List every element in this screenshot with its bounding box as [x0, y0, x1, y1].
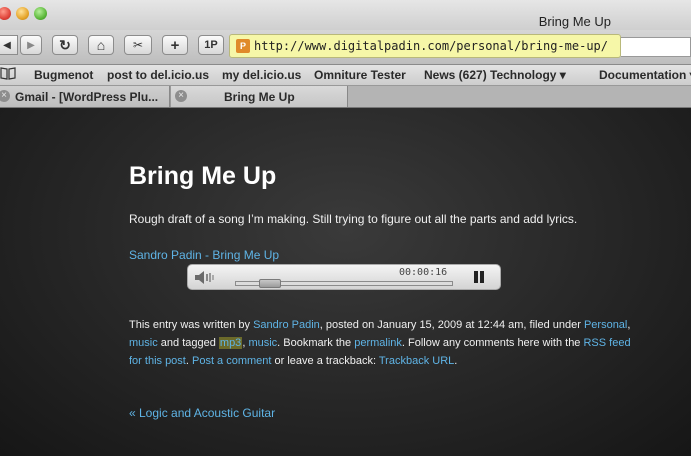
- meta-text: ,: [627, 319, 631, 331]
- chevron-down-icon: ▾: [686, 68, 691, 82]
- home-button[interactable]: ⌂: [88, 35, 114, 55]
- back-button[interactable]: ◀: [0, 35, 18, 55]
- tab-label: Gmail - [WordPress Plu...: [15, 90, 159, 104]
- site-favicon-icon: P: [236, 39, 250, 53]
- bookmark-documentation[interactable]: Documentation ▾: [599, 68, 691, 82]
- bookmark-my-delicious[interactable]: my del.icio.us: [222, 68, 301, 82]
- tag-music-link[interactable]: music: [129, 337, 158, 349]
- browser-toolbar: ◀ ▶ ↻ ⌂ ✂ + 1P P http://www.digitalpadin…: [0, 30, 691, 65]
- bookmark-technology-label: Technology: [490, 68, 557, 82]
- plus-icon: +: [170, 36, 180, 54]
- playback-time: 00:00:16: [399, 267, 448, 278]
- tab-label: Bring Me Up: [224, 90, 295, 104]
- scissors-icon: ✂: [132, 38, 144, 52]
- tab-bring-me-up[interactable]: × Bring Me Up: [170, 86, 348, 107]
- post-title: Bring Me Up: [129, 162, 277, 190]
- forward-icon: ▶: [27, 39, 35, 51]
- pause-icon: [480, 271, 484, 283]
- window-title: Bring Me Up: [538, 14, 611, 29]
- pause-icon: [474, 271, 478, 283]
- window-titlebar: Bring Me Up: [0, 0, 691, 30]
- permalink-link[interactable]: permalink: [354, 337, 402, 349]
- speaker-icon[interactable]: [194, 270, 218, 285]
- add-bookmark-button[interactable]: +: [162, 35, 188, 55]
- category-link[interactable]: Personal: [584, 319, 627, 331]
- tab-bar: × Gmail - [WordPress Plu... × Bring Me U…: [0, 86, 691, 108]
- bookmark-bugmenot[interactable]: Bugmenot: [34, 68, 93, 82]
- tab-gmail[interactable]: × Gmail - [WordPress Plu...: [0, 86, 170, 107]
- bookmark-technology[interactable]: Technology ▾: [490, 68, 566, 82]
- meta-text: and tagged: [157, 337, 219, 349]
- meta-text: .: [454, 355, 458, 367]
- tag-music-link[interactable]: music: [248, 337, 277, 349]
- snippet-button[interactable]: ✂: [124, 35, 152, 55]
- meta-text: or leave a trackback:: [271, 355, 379, 367]
- reload-button[interactable]: ↻: [52, 35, 78, 55]
- previous-post-link[interactable]: « Logic and Acoustic Guitar: [129, 406, 275, 420]
- trackback-link[interactable]: Trackback URL: [379, 355, 454, 367]
- bookmark-omniture-tester[interactable]: Omniture Tester: [314, 68, 406, 82]
- 1password-icon: 1P: [204, 39, 218, 51]
- reload-icon: ↻: [59, 36, 71, 53]
- audio-player: 00:00:16: [187, 264, 501, 290]
- pause-button[interactable]: [468, 268, 490, 286]
- bookmark-documentation-label: Documentation: [599, 68, 687, 82]
- 1password-button[interactable]: 1P: [198, 35, 224, 55]
- page-content: Bring Me Up Rough draft of a song I’m ma…: [0, 108, 691, 456]
- post-comment-link[interactable]: Post a comment: [192, 355, 271, 367]
- close-icon[interactable]: ×: [0, 90, 10, 102]
- post-meta: This entry was written by Sandro Padin, …: [129, 316, 634, 370]
- meta-text: This entry was written by: [129, 319, 254, 331]
- meta-text: . Follow any comments here with the: [401, 337, 584, 349]
- post-description: Rough draft of a song I’m making. Still …: [129, 212, 578, 226]
- bookmarks-bar: Bugmenot post to del.icio.us my del.icio…: [0, 65, 691, 86]
- audio-link[interactable]: Sandro Padin - Bring Me Up: [129, 248, 279, 262]
- forward-button[interactable]: ▶: [20, 35, 42, 55]
- author-link[interactable]: Sandro Padin: [253, 319, 320, 331]
- book-icon[interactable]: [0, 67, 16, 83]
- address-bar-extension[interactable]: [621, 37, 691, 57]
- chevron-down-icon: ▾: [556, 68, 566, 82]
- back-icon: ◀: [3, 39, 11, 51]
- meta-text: , posted on January 15, 2009 at 12:44 am…: [319, 319, 584, 331]
- url-text[interactable]: http://www.digitalpadin.com/personal/bri…: [254, 39, 608, 53]
- meta-text: . Bookmark the: [277, 337, 355, 349]
- seek-thumb[interactable]: [258, 279, 281, 288]
- address-bar[interactable]: P http://www.digitalpadin.com/personal/b…: [229, 34, 621, 58]
- bookmark-news[interactable]: News (627): [424, 68, 487, 82]
- home-icon: ⌂: [96, 37, 106, 53]
- tag-mp3-link[interactable]: mp3: [218, 337, 243, 349]
- bookmark-post-delicious[interactable]: post to del.icio.us: [107, 68, 209, 82]
- close-icon[interactable]: ×: [175, 90, 187, 102]
